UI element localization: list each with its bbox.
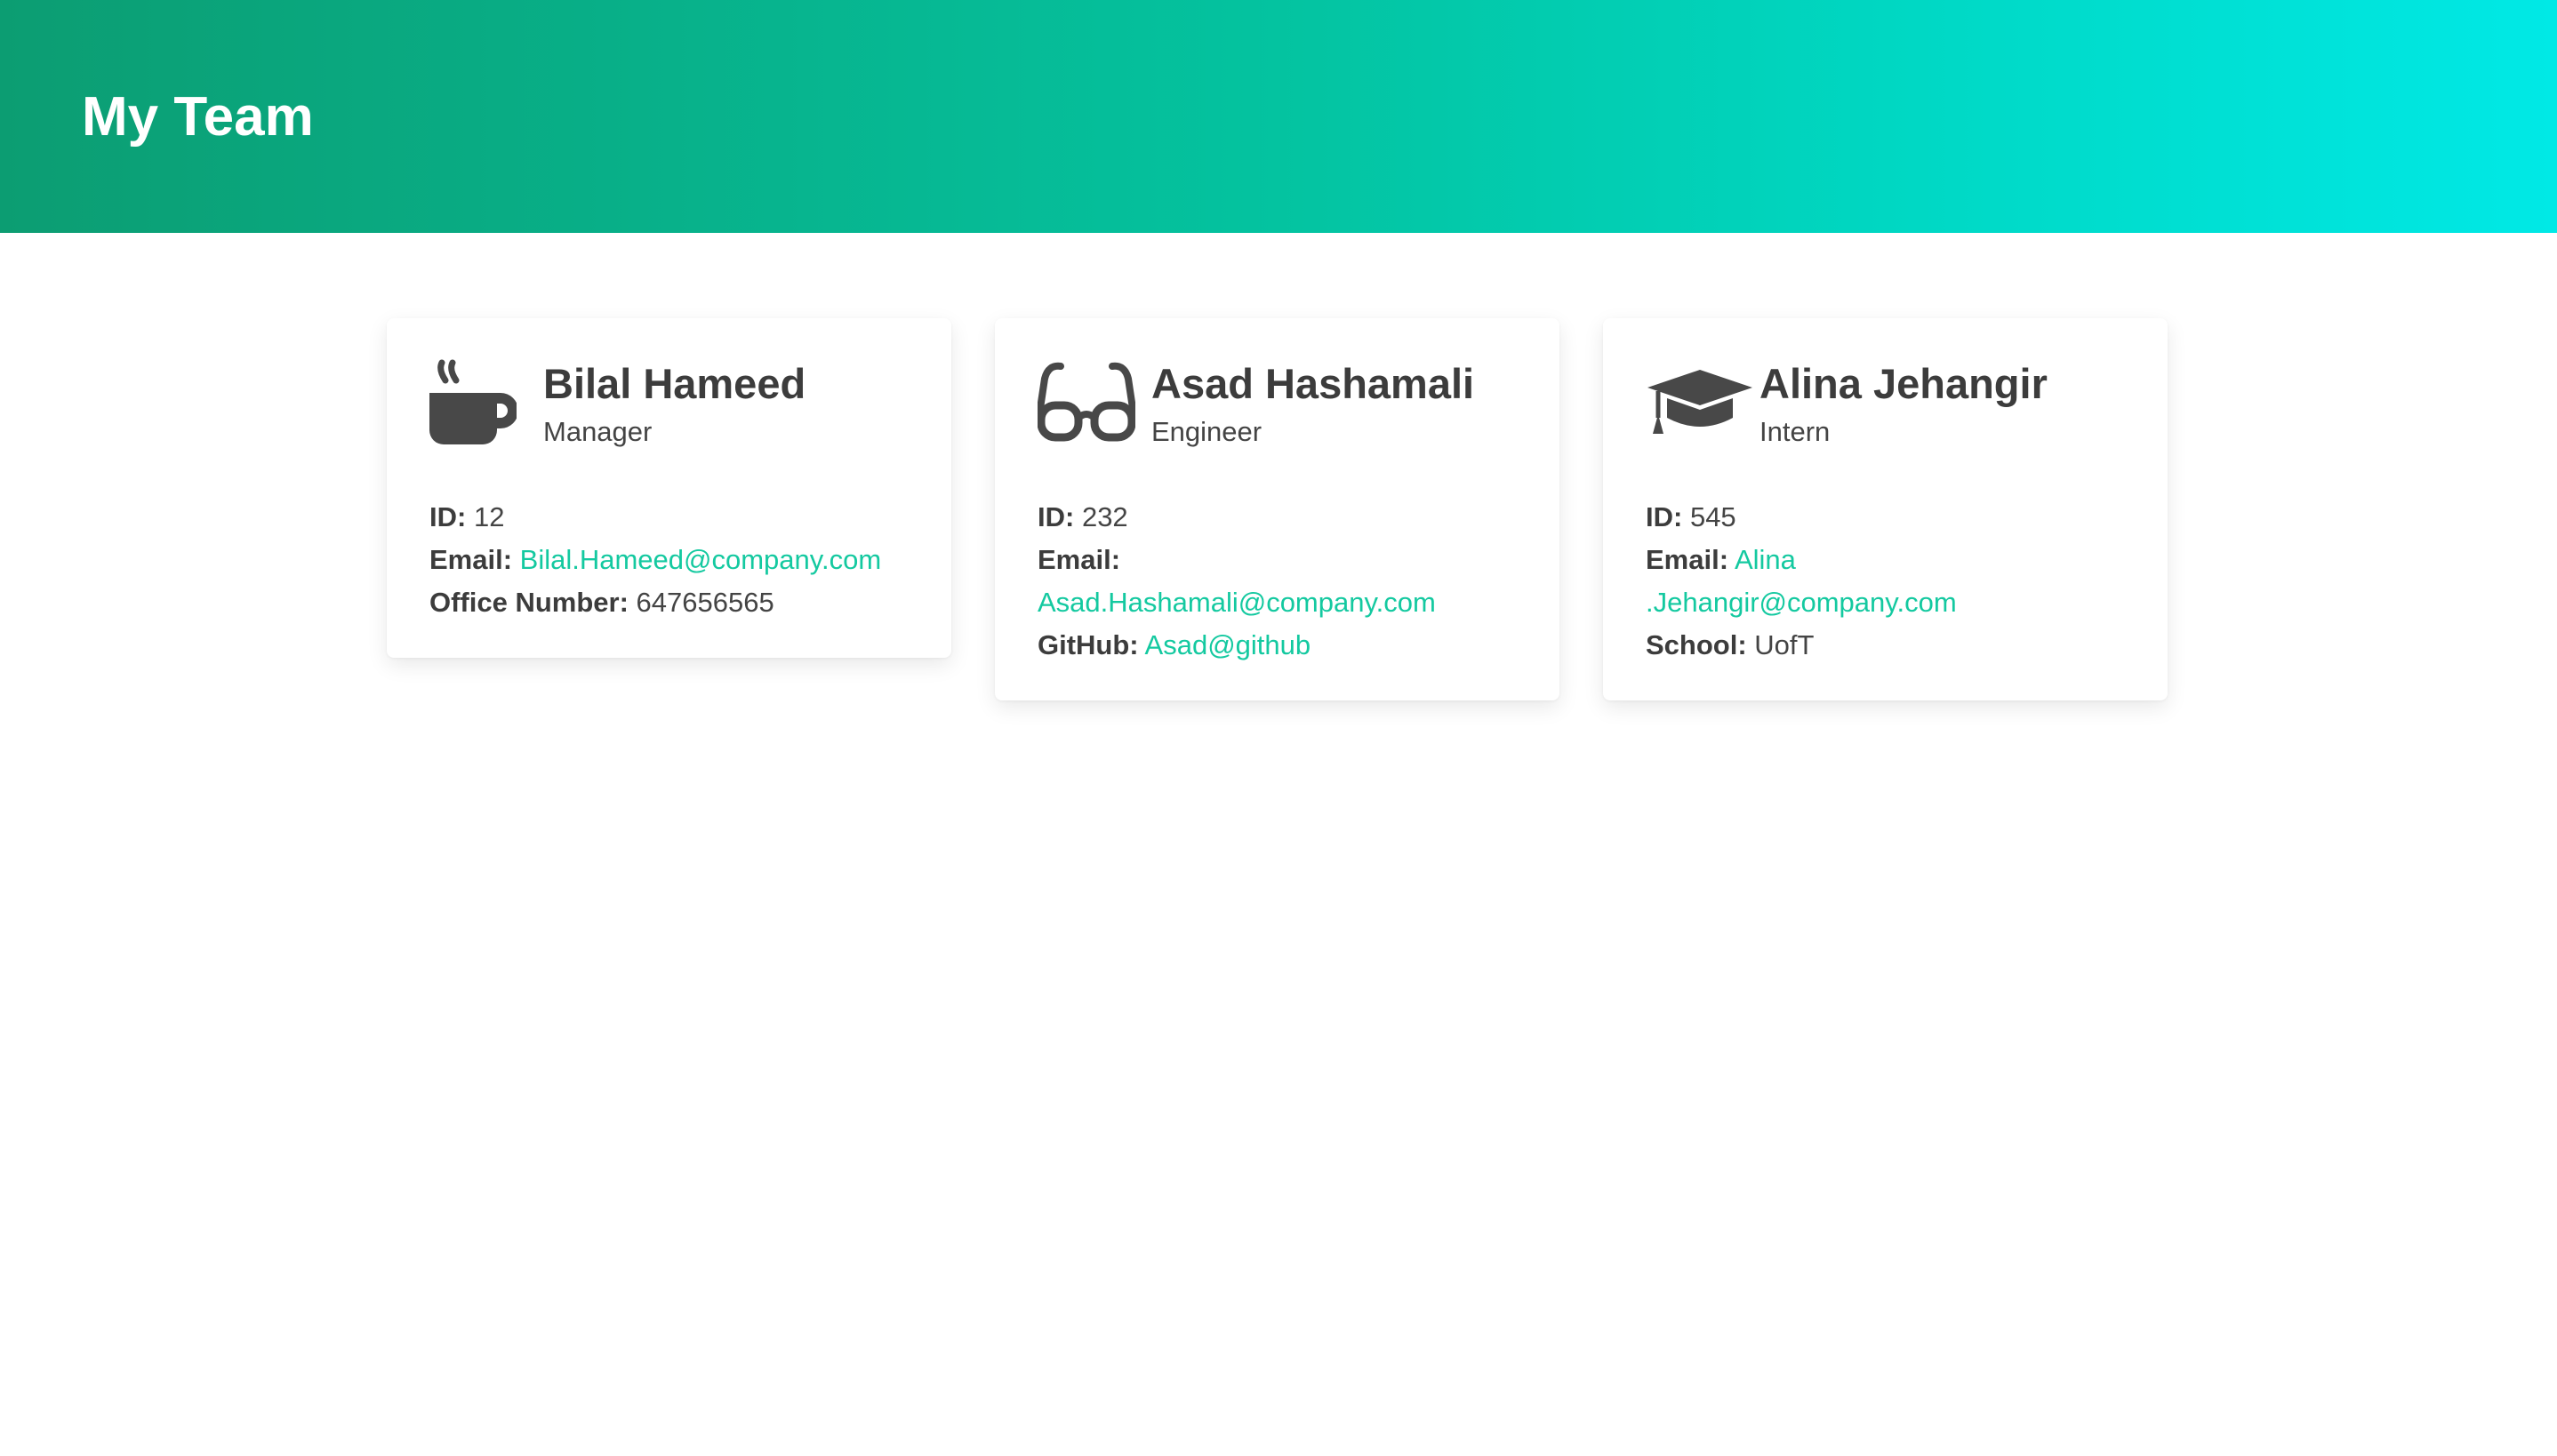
employee-card-intern: Alina Jehangir Intern ID: 545 Email: Ali… <box>1603 318 2168 700</box>
email-link[interactable]: Asad.Hashamali@company.com <box>1038 587 1436 618</box>
employee-name: Alina Jehangir <box>1759 360 2048 407</box>
office-number-row: Office Number: 647656565 <box>429 587 774 618</box>
employee-name: Bilal Hameed <box>543 360 806 407</box>
employee-role: Engineer <box>1151 416 1262 447</box>
team-cards: Bilal Hameed Manager ID: 12 Email: Bilal… <box>387 318 2168 700</box>
page-header: My Team <box>0 0 2557 233</box>
employee-name: Asad Hashamali <box>1151 360 1475 407</box>
id-row: ID: 12 <box>429 501 505 532</box>
page-title: My Team <box>82 86 314 148</box>
id-value: 12 <box>473 501 505 532</box>
id-row: ID: 545 <box>1646 501 1736 532</box>
github-row: GitHub: Asad@github <box>1038 629 1311 660</box>
employee-role: Manager <box>543 416 653 447</box>
office-number-value: 647656565 <box>636 587 774 618</box>
glasses-icon <box>1038 357 1151 446</box>
employee-role: Intern <box>1759 416 1831 447</box>
id-row: ID: 232 <box>1038 501 1128 532</box>
employee-card-engineer: Asad Hashamali Engineer ID: 232 Email: As… <box>995 318 1559 700</box>
school-row: School: UofT <box>1646 629 1815 660</box>
graduation-cap-icon <box>1646 357 1759 446</box>
email-row: Email: Bilal.Hameed@company.com <box>429 544 882 575</box>
employee-info: ID: 12 Email: Bilal.Hameed@company.com O… <box>429 496 909 624</box>
email-row: Email: Alina .Jehangir@company.com <box>1646 544 1957 618</box>
email-link[interactable]: Bilal.Hameed@company.com <box>520 544 882 575</box>
email-row: Email: Asad.Hashamali@company.com <box>1038 544 1436 618</box>
id-value: 232 <box>1081 501 1128 532</box>
employee-info: ID: 545 Email: Alina .Jehangir@company.c… <box>1646 496 2125 667</box>
coffee-mug-icon <box>429 357 543 446</box>
employee-info: ID: 232 Email: Asad.Hashamali@company.com… <box>1038 496 1517 667</box>
employee-card-manager: Bilal Hameed Manager ID: 12 Email: Bilal… <box>387 318 951 658</box>
id-value: 545 <box>1689 501 1736 532</box>
github-link[interactable]: Asad@github <box>1145 629 1311 660</box>
school-value: UofT <box>1754 629 1815 660</box>
